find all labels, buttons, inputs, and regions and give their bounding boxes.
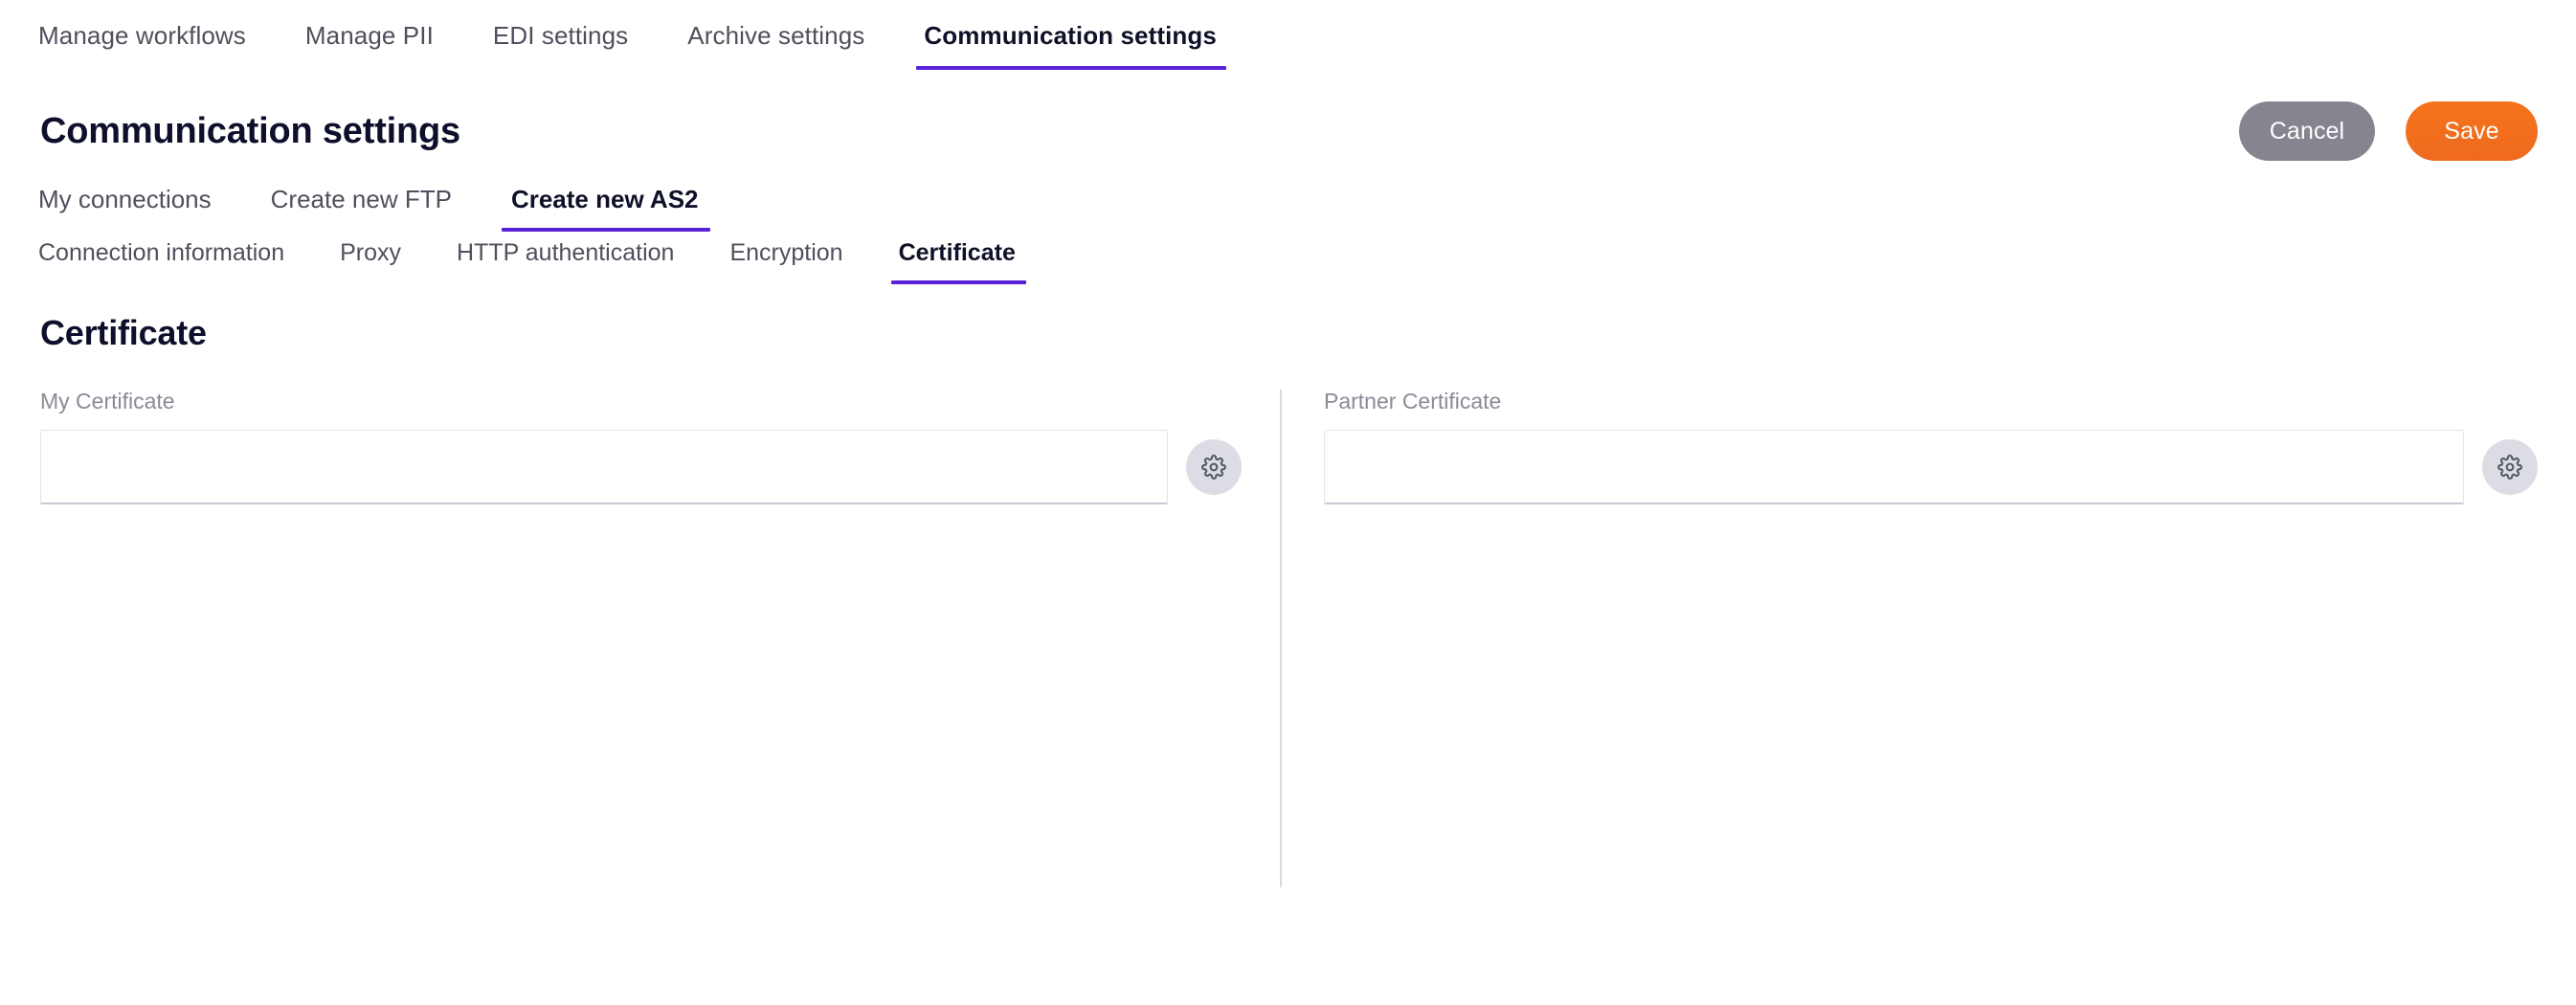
tab-label: Proxy xyxy=(340,239,401,267)
tab-create-new-as2[interactable]: Create new AS2 xyxy=(501,185,710,233)
my-certificate-column: My Certificate xyxy=(0,389,1280,887)
partner-certificate-label: Partner Certificate xyxy=(1324,389,1502,414)
my-certificate-label: My Certificate xyxy=(40,389,175,414)
tab-label: My connections xyxy=(38,185,212,214)
tab-label: Archive settings xyxy=(687,21,865,50)
tab-label: Certificate xyxy=(898,239,1016,267)
tab-label: Connection information xyxy=(38,239,285,267)
tab-label: EDI settings xyxy=(492,21,629,50)
page-header: Communication settings Cancel Save xyxy=(0,91,2576,171)
tab-connection-information[interactable]: Connection information xyxy=(38,239,284,284)
tab-manage-workflows[interactable]: Manage workflows xyxy=(38,21,246,70)
partner-certificate-settings-button[interactable] xyxy=(2482,439,2538,496)
communication-settings-page: Manage workflows Manage PII EDI settings… xyxy=(0,0,2576,1005)
partner-certificate-column: Partner Certificate xyxy=(1280,389,2576,888)
tab-edi-settings[interactable]: EDI settings xyxy=(493,21,628,70)
tab-manage-pii[interactable]: Manage PII xyxy=(305,21,434,70)
tertiary-tab-bar: Connection information Proxy HTTP authen… xyxy=(0,239,2576,285)
tab-create-new-ftp[interactable]: Create new FTP xyxy=(271,185,452,232)
secondary-tab-bar: My connections Create new FTP Create new… xyxy=(0,185,2576,233)
tab-communication-settings[interactable]: Communication settings xyxy=(916,21,1226,71)
tab-archive-settings[interactable]: Archive settings xyxy=(687,21,864,70)
tab-label: Manage PII xyxy=(304,21,434,50)
save-button[interactable]: Save xyxy=(2406,101,2538,162)
tab-certificate[interactable]: Certificate xyxy=(890,239,1027,285)
gear-icon xyxy=(1201,455,1226,480)
page-title: Communication settings xyxy=(40,111,460,152)
certificate-columns: My Certificate Partner Certificate xyxy=(0,389,2576,888)
tab-label: HTTP authentication xyxy=(457,239,675,267)
tab-label: Manage workflows xyxy=(38,21,246,50)
tab-label: Encryption xyxy=(729,239,843,267)
cancel-button[interactable]: Cancel xyxy=(2239,101,2375,162)
my-certificate-field-row xyxy=(40,430,1242,505)
tab-proxy[interactable]: Proxy xyxy=(340,239,401,284)
tab-my-connections[interactable]: My connections xyxy=(38,185,212,232)
tab-encryption[interactable]: Encryption xyxy=(729,239,842,284)
section-title: Certificate xyxy=(40,313,207,353)
primary-tab-bar: Manage workflows Manage PII EDI settings… xyxy=(0,0,2576,71)
tab-label: Create new FTP xyxy=(270,185,452,214)
header-actions: Cancel Save xyxy=(2239,101,2538,162)
tab-label: Create new AS2 xyxy=(510,185,699,214)
partner-certificate-field-row xyxy=(1324,430,2538,505)
partner-certificate-input[interactable] xyxy=(1324,430,2464,505)
tab-http-authentication[interactable]: HTTP authentication xyxy=(457,239,674,284)
my-certificate-input[interactable] xyxy=(40,430,1168,505)
tab-label: Communication settings xyxy=(924,21,1217,50)
gear-icon xyxy=(2498,455,2522,480)
my-certificate-settings-button[interactable] xyxy=(1186,439,1242,496)
